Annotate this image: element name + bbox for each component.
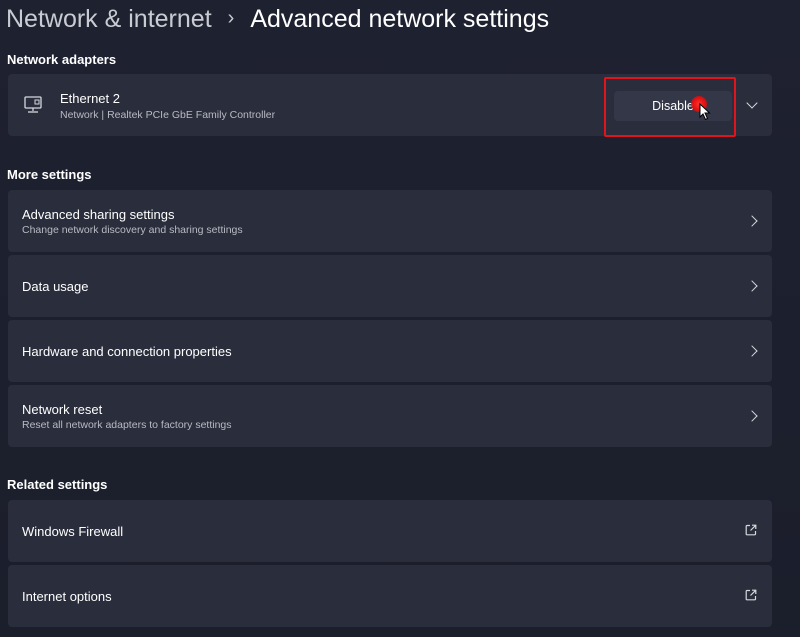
chevron-right-icon — [746, 410, 758, 422]
ethernet-adapter-icon — [24, 96, 42, 113]
external-link-icon — [745, 589, 757, 601]
hardware-connection-properties-label: Hardware and connection properties — [22, 344, 232, 359]
breadcrumb-network-internet[interactable]: Network & internet — [6, 5, 212, 34]
network-reset-label: Network reset — [22, 402, 103, 417]
section-title-related-settings: Related settings — [7, 477, 108, 492]
data-usage-label: Data usage — [22, 279, 89, 294]
section-title-network-adapters: Network adapters — [7, 52, 117, 67]
adapter-card-ethernet-2[interactable]: Ethernet 2 Network | Realtek PCIe GbE Fa… — [8, 74, 772, 136]
hardware-connection-properties-item[interactable]: Hardware and connection properties — [8, 320, 772, 382]
page-title: Advanced network settings — [250, 4, 550, 33]
windows-firewall-label: Windows Firewall — [22, 524, 124, 539]
breadcrumb-separator: › — [227, 6, 235, 29]
advanced-network-settings-page: Network & internet › Advanced network se… — [0, 0, 800, 637]
network-reset-item[interactable]: Network reset Reset all network adapters… — [8, 385, 772, 447]
network-reset-description: Reset all network adapters to factory se… — [22, 419, 232, 431]
section-title-more-settings: More settings — [7, 167, 92, 182]
windows-firewall-item[interactable]: Windows Firewall — [8, 500, 772, 562]
chevron-right-icon — [746, 345, 758, 357]
disable-adapter-button[interactable]: Disable — [614, 91, 732, 121]
data-usage-item[interactable]: Data usage — [8, 255, 772, 317]
external-link-icon — [745, 524, 757, 536]
chevron-right-icon — [746, 215, 758, 227]
chevron-down-icon[interactable] — [746, 97, 758, 109]
chevron-right-icon — [746, 280, 758, 292]
breadcrumb: Network & internet › Advanced network se… — [6, 2, 549, 36]
internet-options-item[interactable]: Internet options — [8, 565, 772, 627]
advanced-sharing-settings-item[interactable]: Advanced sharing settings Change network… — [8, 190, 772, 252]
advanced-sharing-settings-label: Advanced sharing settings — [22, 207, 175, 222]
mouse-cursor-icon — [699, 103, 711, 121]
internet-options-label: Internet options — [22, 589, 112, 604]
adapter-name: Ethernet 2 — [60, 91, 120, 106]
advanced-sharing-settings-description: Change network discovery and sharing set… — [22, 224, 243, 236]
adapter-description: Network | Realtek PCIe GbE Family Contro… — [60, 109, 276, 121]
